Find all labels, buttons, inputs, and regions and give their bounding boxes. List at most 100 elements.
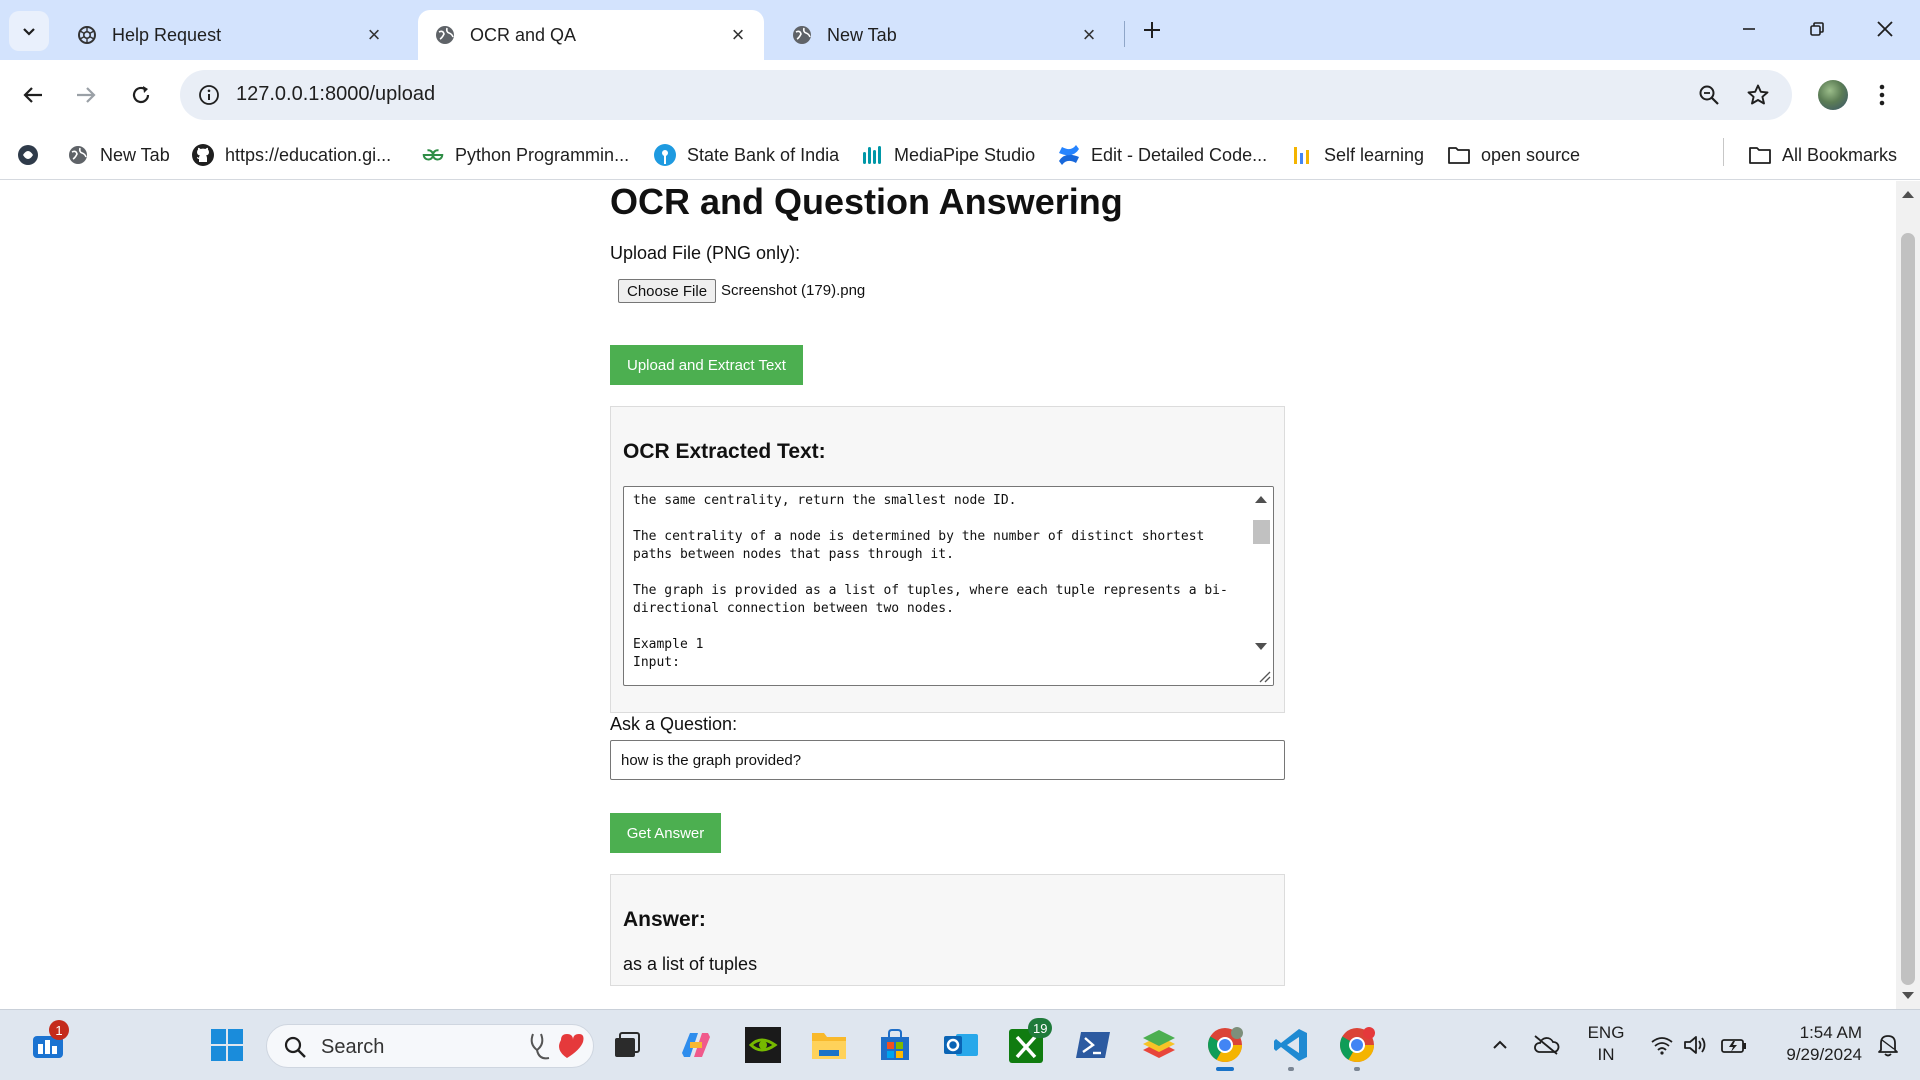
zoom-icon[interactable] bbox=[1696, 82, 1722, 108]
new-tab-button[interactable] bbox=[1136, 14, 1168, 46]
stethoscope-heart-icon bbox=[530, 1033, 584, 1060]
bookmark-state-bank-of-india[interactable]: State Bank of India bbox=[653, 138, 839, 172]
bookmark-extension[interactable] bbox=[16, 138, 50, 172]
tab-strip: Help Request × OCR and QA × New Tab × bbox=[0, 0, 1920, 60]
restore-button[interactable] bbox=[1794, 8, 1840, 50]
volume-button[interactable] bbox=[1676, 1022, 1716, 1068]
scroll-thumb[interactable] bbox=[1901, 233, 1915, 985]
terminal-icon bbox=[1076, 1032, 1110, 1058]
powershell-button[interactable] bbox=[1070, 1022, 1116, 1068]
textarea-scrollbar[interactable] bbox=[1249, 487, 1273, 685]
bookmark-education-github[interactable]: https://education.gi... bbox=[191, 138, 391, 172]
profile-avatar[interactable] bbox=[1818, 80, 1848, 110]
bookmark-new-tab[interactable]: New Tab bbox=[66, 138, 170, 172]
file-explorer-button[interactable] bbox=[806, 1022, 852, 1068]
github-icon bbox=[191, 143, 215, 167]
search-label: Search bbox=[321, 1036, 385, 1058]
widgets-button[interactable]: 1 bbox=[25, 1020, 71, 1068]
ocr-text-area[interactable]: the same centrality, return the smallest… bbox=[623, 486, 1274, 686]
restore-icon bbox=[1810, 22, 1824, 36]
scroll-thumb[interactable] bbox=[1253, 520, 1270, 544]
answer-text: as a list of tuples bbox=[623, 954, 758, 974]
battery-button[interactable] bbox=[1712, 1022, 1756, 1068]
question-input[interactable] bbox=[610, 740, 1285, 780]
ocr-result-panel: OCR Extracted Text: the same centrality,… bbox=[610, 406, 1285, 713]
vscode-button[interactable] bbox=[1268, 1022, 1314, 1071]
get-answer-button[interactable]: Get Answer bbox=[610, 813, 721, 853]
confluence-icon bbox=[1057, 143, 1081, 167]
app-logo-icon bbox=[16, 143, 40, 167]
language-indicator[interactable]: ENG IN bbox=[1584, 1022, 1628, 1066]
ocr-heading: OCR Extracted Text: bbox=[623, 440, 826, 463]
upload-extract-button[interactable]: Upload and Extract Text bbox=[610, 345, 803, 385]
taskbar-search[interactable]: Search bbox=[266, 1024, 594, 1068]
bookmark-label: Edit - Detailed Code... bbox=[1091, 144, 1268, 165]
arrow-left-icon bbox=[23, 87, 42, 103]
clock[interactable]: 1:54 AM 9/29/2024 bbox=[1760, 1022, 1862, 1066]
geeksforgeeks-icon bbox=[421, 143, 445, 167]
reload-button[interactable] bbox=[121, 75, 161, 115]
microsoft-store-button[interactable] bbox=[872, 1022, 918, 1068]
site-info-icon[interactable] bbox=[192, 78, 226, 112]
show-hidden-icons-button[interactable] bbox=[1478, 1022, 1522, 1068]
selected-file-name: Screenshot (179).png bbox=[721, 282, 866, 299]
notifications-button[interactable] bbox=[1868, 1022, 1908, 1068]
language-code: ENG bbox=[1587, 1023, 1625, 1042]
tab-help-request[interactable]: Help Request × bbox=[60, 10, 400, 60]
bookmark-edit-detailed-code[interactable]: Edit - Detailed Code... bbox=[1057, 138, 1267, 172]
bookmark-folder-open-source[interactable]: open source bbox=[1447, 138, 1580, 172]
bookmark-label: Self learning bbox=[1324, 144, 1425, 165]
bluestacks-icon bbox=[1143, 1030, 1175, 1058]
copilot-button[interactable] bbox=[673, 1022, 719, 1068]
all-bookmarks-button[interactable]: All Bookmarks bbox=[1748, 138, 1897, 172]
region-code: IN bbox=[1597, 1045, 1615, 1064]
globe-icon bbox=[793, 26, 811, 44]
page-title: OCR and Question Answering bbox=[610, 181, 1123, 222]
page-scrollbar[interactable] bbox=[1896, 181, 1920, 1009]
scroll-up-arrow-icon[interactable] bbox=[1902, 191, 1914, 198]
bookmarks-separator bbox=[1723, 138, 1724, 166]
scroll-down-arrow-icon[interactable] bbox=[1902, 992, 1914, 999]
bluestacks-button[interactable] bbox=[1136, 1022, 1182, 1068]
close-icon[interactable]: × bbox=[1079, 22, 1099, 47]
store-icon bbox=[881, 1029, 909, 1060]
choose-file-button[interactable]: Choose File bbox=[618, 279, 717, 303]
resize-grip-icon[interactable] bbox=[1257, 669, 1271, 683]
scroll-down-arrow-icon[interactable] bbox=[1255, 643, 1267, 650]
chrome-profile-button[interactable] bbox=[1334, 1022, 1380, 1071]
question-label: Ask a Question: bbox=[610, 714, 738, 734]
openai-icon bbox=[78, 26, 96, 44]
browser-menu-button[interactable] bbox=[1872, 77, 1892, 113]
onedrive-button[interactable] bbox=[1524, 1022, 1568, 1068]
xbox-button[interactable]: 19 bbox=[1004, 1018, 1053, 1068]
start-button[interactable] bbox=[204, 1022, 250, 1068]
back-button[interactable] bbox=[13, 75, 53, 115]
chrome-button[interactable] bbox=[1202, 1022, 1248, 1071]
tab-new-tab[interactable]: New Tab × bbox=[775, 10, 1115, 60]
close-icon[interactable]: × bbox=[728, 22, 748, 47]
nvidia-app-button[interactable] bbox=[740, 1022, 786, 1068]
bookmark-label: https://education.gi... bbox=[225, 144, 392, 165]
chevron-down-icon bbox=[23, 28, 35, 36]
scroll-up-arrow-icon[interactable] bbox=[1255, 496, 1267, 503]
bookmark-mediapipe-studio[interactable]: MediaPipe Studio bbox=[860, 138, 1035, 172]
tab-ocr-and-qa[interactable]: OCR and QA × bbox=[418, 10, 764, 60]
bookmark-star-icon[interactable] bbox=[1745, 82, 1771, 108]
page-content: OCR and Question Answering Upload File (… bbox=[0, 181, 1896, 1009]
address-bar[interactable]: 127.0.0.1:8000/upload bbox=[180, 70, 1792, 120]
bookmark-python-programming[interactable]: Python Programmin... bbox=[421, 138, 629, 172]
close-icon[interactable]: × bbox=[364, 22, 384, 47]
task-view-icon bbox=[615, 1032, 640, 1057]
outlook-button[interactable] bbox=[938, 1022, 984, 1068]
tab-search-button[interactable] bbox=[9, 11, 49, 51]
windows-logo-icon bbox=[211, 1029, 243, 1061]
url-text[interactable]: 127.0.0.1:8000/upload bbox=[236, 83, 435, 106]
minimize-button[interactable] bbox=[1726, 8, 1772, 50]
wifi-icon bbox=[1651, 1037, 1673, 1055]
chrome-icon bbox=[1208, 1027, 1243, 1062]
close-window-button[interactable] bbox=[1862, 8, 1908, 50]
tab-title: Help Request bbox=[112, 24, 222, 45]
bookmark-self-learning[interactable]: Self learning bbox=[1290, 138, 1424, 172]
task-view-button[interactable] bbox=[604, 1022, 650, 1068]
forward-button[interactable] bbox=[66, 75, 106, 115]
